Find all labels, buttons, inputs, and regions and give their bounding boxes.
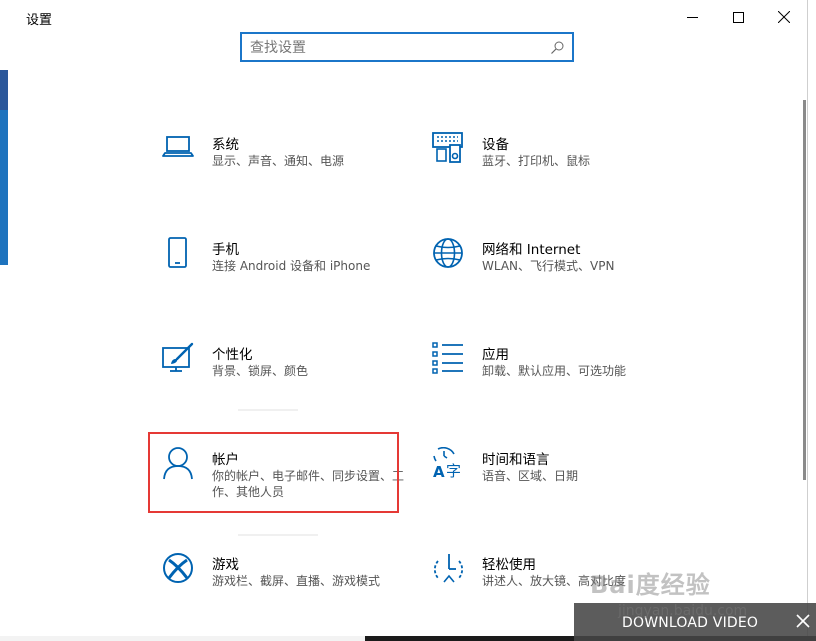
tile-title: 轻松使用 [482,557,536,573]
tile-description: 连接 Android 设备和 iPhone [212,259,371,273]
tile-description: 游戏栏、截屏、直播、游戏模式 [212,574,381,588]
search-box[interactable] [240,32,574,62]
tile-description: 显示、声音、通知、电源 [212,154,345,168]
time-language-icon: A 字 [433,447,461,481]
tile-title: 网络和 Internet [482,242,581,258]
divider [238,409,298,411]
settings-tile-devices[interactable]: 设备 蓝牙、打印机、鼠标 [432,132,682,202]
xbox-icon [163,553,193,583]
settings-window: 设置 系统 显示、声音、通知、电源 [8,0,808,637]
tile-title: 应用 [482,347,509,363]
tile-description: 语音、区域、日期 [482,469,579,483]
tile-title: 系统 [212,137,239,153]
tile-title: 个性化 [212,347,253,363]
close-icon [778,11,790,23]
laptop-icon [162,136,194,157]
personalization-icon [162,342,194,372]
maximize-icon [732,11,744,23]
tile-description: WLAN、飞行模式、VPN [482,259,615,273]
search-input[interactable] [250,38,540,58]
close-button[interactable] [761,0,807,34]
devices-icon [432,132,463,163]
window-title: 设置 [26,13,53,28]
tile-title: 游戏 [212,557,239,573]
settings-tile-network[interactable]: 网络和 Internet WLAN、飞行模式、VPN [432,237,682,307]
minimize-button[interactable] [669,0,715,34]
phone-icon [168,237,187,268]
settings-tile-time-language[interactable]: A 字 时间和语言 语音、区域、日期 [432,447,682,517]
settings-tile-phone[interactable]: 手机 连接 Android 设备和 iPhone [162,237,412,307]
taskbar-segment [0,636,365,641]
svg-text:字: 字 [446,462,461,480]
tile-description: 蓝牙、打印机、鼠标 [482,154,591,168]
search-icon[interactable] [551,41,564,54]
watermark-url: jingyan.baidu.com [618,603,748,619]
settings-tile-apps[interactable]: 应用 卸载、默认应用、可选功能 [432,342,682,412]
settings-tile-personalization[interactable]: 个性化 背景、锁屏、颜色 [162,342,412,412]
globe-icon [433,238,463,268]
divider [238,534,318,536]
tile-title: 手机 [212,242,239,258]
settings-tile-gaming[interactable]: 游戏 游戏栏、截屏、直播、游戏模式 [162,552,412,622]
ease-of-access-icon [434,554,463,583]
title-bar: 设置 [8,0,807,34]
tile-title: 设备 [482,137,509,153]
svg-text:A: A [433,463,445,481]
annotation-highlight-box [148,432,399,513]
apps-list-icon [432,342,463,374]
background-app-fragment [0,70,8,110]
tile-description: 卸载、默认应用、可选功能 [482,364,627,378]
close-icon[interactable] [794,612,812,630]
scrollbar[interactable] [803,100,806,480]
tile-description: 背景、锁屏、颜色 [212,364,309,378]
maximize-button[interactable] [715,0,761,34]
tile-title: 时间和语言 [482,452,550,468]
settings-tile-system[interactable]: 系统 显示、声音、通知、电源 [162,132,412,202]
background-app-fragment [0,110,8,265]
watermark-logo: Bai度经验 [590,571,711,599]
minimize-icon [686,16,698,18]
